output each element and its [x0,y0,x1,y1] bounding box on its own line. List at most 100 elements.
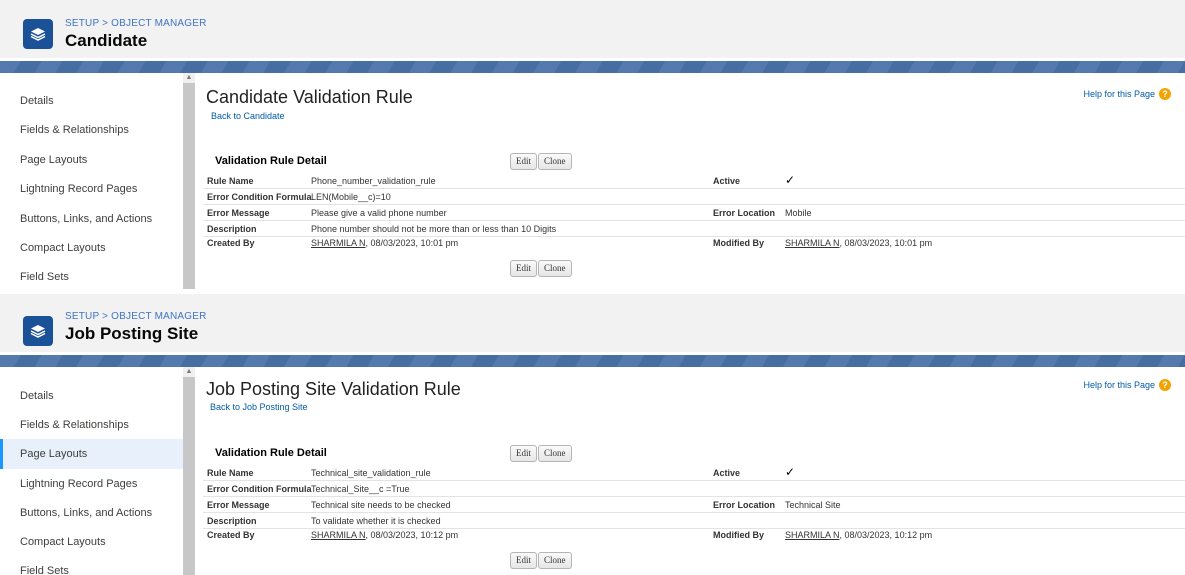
section-title: Validation Rule Detail [215,155,327,167]
clone-button[interactable]: Clone [538,153,572,170]
edit-button-bottom[interactable]: Edit [510,260,537,277]
modified-by-date: , 08/03/2023, 10:12 pm [839,530,933,540]
active-label: Active [713,176,741,186]
back-link[interactable]: Back to Candidate [211,111,285,121]
sidebar-item-buttons-links[interactable]: Buttons, Links, and Actions [0,204,183,234]
sidebar-scrollbar[interactable]: ▲ [183,73,195,289]
message-value: Please give a valid phone number [311,208,447,218]
sidebar-scrollbar[interactable]: ▲ [183,367,195,575]
formula-value: Technical_Site__c =True [311,484,410,494]
content-area: Candidate Validation Rule Back to Candid… [195,73,1185,289]
detail-row-description: Description Phone number should not be m… [203,222,1185,237]
sidebar: Details Fields & Relationships Page Layo… [0,367,183,575]
sidebar-item-details[interactable]: Details [0,86,183,116]
object-header: SETUP > OBJECT MANAGER Job Posting Site [0,294,1185,352]
location-label: Error Location [713,500,776,510]
created-by-user-link[interactable]: SHARMILA N [311,238,366,248]
help-link-label[interactable]: Help for this Page [1083,380,1155,390]
edit-button[interactable]: Edit [510,445,537,462]
checkmark-icon: ✓ [785,465,796,479]
created-by-date: , 08/03/2023, 10:01 pm [365,238,459,248]
description-value: Phone number should not be more than or … [311,224,557,234]
sidebar-item-lightning-pages[interactable]: Lightning Record Pages [0,174,183,204]
detail-row-message: Error Message Please give a valid phone … [203,206,1185,221]
edit-button[interactable]: Edit [510,153,537,170]
object-header: SETUP > OBJECT MANAGER Candidate [0,0,1185,58]
description-label: Description [207,516,257,526]
sidebar-item-page-layouts[interactable]: Page Layouts [0,145,183,175]
created-by-user-link[interactable]: SHARMILA N [311,530,366,540]
rule-name-label: Rule Name [207,468,254,478]
panel-job-posting-site: SETUP > OBJECT MANAGER Job Posting Site … [0,294,1185,575]
sidebar-item-details[interactable]: Details [0,381,183,411]
sidebar-item-page-layouts[interactable]: Page Layouts [0,439,183,469]
sidebar-item-field-sets[interactable]: Field Sets [0,556,183,575]
detail-row-rule-name: Rule Name Phone_number_validation_rule A… [203,173,1185,189]
detail-row-formula: Error Condition Formula LEN(Mobile__c)=1… [203,190,1185,205]
sidebar-item-compact-layouts[interactable]: Compact Layouts [0,527,183,557]
breadcrumb[interactable]: SETUP > OBJECT MANAGER [65,18,207,29]
clone-button-bottom[interactable]: Clone [538,552,572,569]
rule-name-label: Rule Name [207,176,254,186]
message-value: Technical site needs to be checked [311,500,451,510]
modified-by-value: SHARMILA N, 08/03/2023, 10:01 pm [785,238,932,248]
modified-by-user-link[interactable]: SHARMILA N [785,238,840,248]
decorative-band [0,355,1185,367]
object-title: Job Posting Site [65,324,199,343]
detail-row-description: Description To validate whether it is ch… [203,514,1185,529]
edit-button-bottom[interactable]: Edit [510,552,537,569]
message-label: Error Message [207,208,270,218]
content-area: Job Posting Site Validation Rule Back to… [195,367,1185,575]
clone-button[interactable]: Clone [538,445,572,462]
page-title: Candidate Validation Rule [206,87,413,107]
help-icon[interactable]: ? [1159,379,1171,391]
scroll-up-icon[interactable]: ▲ [183,73,195,83]
formula-label: Error Condition Formula [207,484,312,494]
help-link[interactable]: Help for this Page ? [1083,379,1171,391]
detail-row-formula: Error Condition Formula Technical_Site__… [203,482,1185,497]
decorative-band [0,61,1185,73]
formula-label: Error Condition Formula [207,192,312,202]
help-link-label[interactable]: Help for this Page [1083,89,1155,99]
modified-by-label: Modified By [713,238,764,248]
back-link[interactable]: Back to Job Posting Site [210,402,308,412]
formula-value: LEN(Mobile__c)=10 [311,192,391,202]
checkmark-icon: ✓ [785,173,796,187]
modified-by-date: , 08/03/2023, 10:01 pm [839,238,933,248]
created-by-value: SHARMILA N, 08/03/2023, 10:12 pm [311,530,458,540]
breadcrumb[interactable]: SETUP > OBJECT MANAGER [65,311,207,322]
detail-row-message: Error Message Technical site needs to be… [203,498,1185,513]
layers-icon [23,316,53,346]
layers-icon [23,19,53,49]
sidebar-item-fields[interactable]: Fields & Relationships [0,410,183,440]
rule-name-value: Phone_number_validation_rule [311,176,436,186]
rule-name-value: Technical_site_validation_rule [311,468,431,478]
location-value: Mobile [785,208,812,218]
location-value: Technical Site [785,500,841,510]
created-by-label: Created By [207,238,255,248]
sidebar-item-buttons-links[interactable]: Buttons, Links, and Actions [0,498,183,528]
page-title: Job Posting Site Validation Rule [206,379,461,399]
detail-row-created: Created By SHARMILA N, 08/03/2023, 10:01… [203,236,1185,250]
sidebar-item-compact-layouts[interactable]: Compact Layouts [0,233,183,263]
detail-row-rule-name: Rule Name Technical_site_validation_rule… [203,465,1185,481]
help-icon[interactable]: ? [1159,88,1171,100]
panel-candidate: SETUP > OBJECT MANAGER Candidate Details… [0,0,1185,289]
sidebar-item-fields[interactable]: Fields & Relationships [0,115,183,145]
help-link[interactable]: Help for this Page ? [1083,88,1171,100]
description-label: Description [207,224,257,234]
clone-button-bottom[interactable]: Clone [538,260,572,277]
active-label: Active [713,468,741,478]
sidebar-item-lightning-pages[interactable]: Lightning Record Pages [0,469,183,499]
location-label: Error Location [713,208,776,218]
created-by-label: Created By [207,530,255,540]
created-by-value: SHARMILA N, 08/03/2023, 10:01 pm [311,238,458,248]
created-by-date: , 08/03/2023, 10:12 pm [365,530,459,540]
description-value: To validate whether it is checked [311,516,441,526]
modified-by-value: SHARMILA N, 08/03/2023, 10:12 pm [785,530,932,540]
modified-by-label: Modified By [713,530,764,540]
modified-by-user-link[interactable]: SHARMILA N [785,530,840,540]
message-label: Error Message [207,500,270,510]
scroll-up-icon[interactable]: ▲ [183,367,195,377]
sidebar-item-field-sets[interactable]: Field Sets [0,262,183,289]
